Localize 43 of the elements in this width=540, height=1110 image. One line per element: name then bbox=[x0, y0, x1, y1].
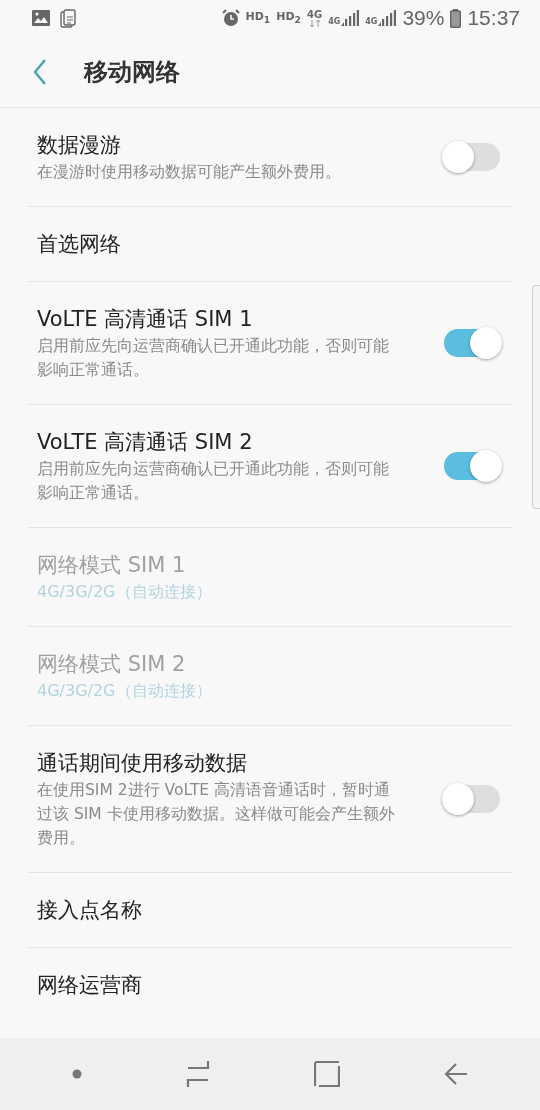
setting-summary: 启用前应先向运营商确认已开通此功能，否则可能影响正常通话。 bbox=[37, 336, 390, 381]
setting-title: 通话期间使用移动数据 bbox=[37, 750, 248, 777]
settings-item[interactable]: VoLTE 高清通话 SIM 1 启用前应先向运营商确认已开通此功能，否则可能影响正常通话。 bbox=[28, 281, 512, 404]
hd-label: HD$_{1}$ bbox=[245, 10, 271, 26]
toggle-switch[interactable] bbox=[444, 329, 500, 357]
alarm-icon bbox=[221, 9, 240, 27]
toggle-switch[interactable] bbox=[444, 785, 500, 813]
setting-title: 网络运营商 bbox=[37, 972, 143, 999]
chevron-left-icon bbox=[33, 58, 47, 85]
back-icon[interactable] bbox=[442, 1061, 469, 1087]
document-icon bbox=[60, 8, 77, 28]
settings-item[interactable]: 通话期间使用移动数据 在使用SIM 2进行 VoLTE 高清语音通话时，暂时通过该 SIM 卡使用移动数据。这样做可能会产生额外费用。 bbox=[28, 725, 512, 872]
setting-value: 4G/3G/2G（自动连接） bbox=[37, 581, 213, 603]
battery-icon bbox=[450, 8, 462, 28]
signal-indicator: 4G bbox=[365, 10, 397, 26]
setting-title: VoLTE 高清通话 SIM 2 bbox=[37, 429, 254, 456]
settings-item[interactable]: 首选网络 bbox=[28, 206, 512, 281]
setting-title: 接入点名称 bbox=[37, 897, 143, 924]
dot-icon[interactable] bbox=[71, 1069, 82, 1079]
setting-title: 首选网络 bbox=[37, 231, 122, 258]
setting-title: 网络模式 SIM 1 bbox=[37, 552, 187, 579]
page-title: 移动网络 bbox=[84, 56, 180, 88]
setting-title: VoLTE 高清通话 SIM 1 bbox=[37, 306, 254, 333]
settings-item[interactable]: VoLTE 高清通话 SIM 2 启用前应先向运营商确认已开通此功能，否则可能影响正常通话。 bbox=[28, 404, 512, 527]
hd-label: HD$_{2}$ bbox=[276, 10, 301, 26]
signal-indicator: 4G bbox=[328, 10, 360, 26]
setting-summary: 启用前应先向运营商确认已开通此功能，否则可能影响正常通话。 bbox=[37, 459, 390, 504]
network-indicator: 4G bbox=[306, 9, 323, 27]
setting-summary: 在漫游时使用移动数据可能产生额外费用。 bbox=[37, 162, 342, 183]
toggle-switch[interactable] bbox=[444, 452, 500, 480]
recents-icon[interactable] bbox=[184, 1060, 211, 1088]
home-icon[interactable] bbox=[313, 1061, 340, 1087]
setting-title: 网络模式 SIM 2 bbox=[37, 651, 187, 678]
battery-percent: 39% bbox=[402, 6, 445, 30]
setting-title: 数据漫游 bbox=[37, 132, 122, 159]
toggle-switch[interactable] bbox=[444, 143, 500, 171]
settings-item[interactable]: 数据漫游 在漫游时使用移动数据可能产生额外费用。 bbox=[28, 108, 512, 206]
image-icon bbox=[32, 10, 50, 26]
settings-item[interactable]: 网络运营商 bbox=[28, 947, 512, 1022]
settings-item[interactable]: 接入点名称 bbox=[28, 872, 512, 947]
setting-summary: 在使用SIM 2进行 VoLTE 高清语音通话时，暂时通过该 SIM 卡使用移动数据。这样做可能会产生额外费用。 bbox=[37, 780, 396, 849]
clock: 15:37 bbox=[467, 6, 520, 30]
setting-value: 4G/3G/2G（自动连接） bbox=[37, 680, 213, 702]
